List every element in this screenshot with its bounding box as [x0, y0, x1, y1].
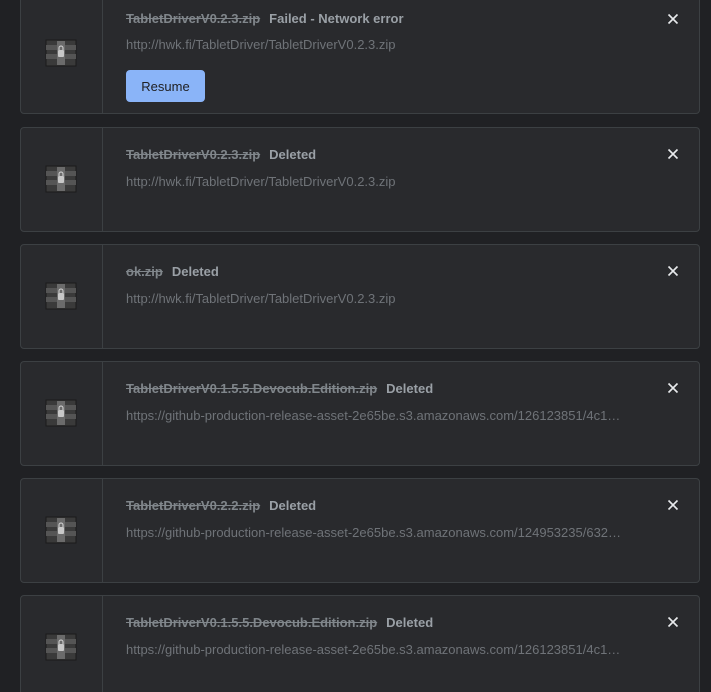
remove-button[interactable]	[663, 378, 683, 398]
download-item: TabletDriverV0.1.5.5.Devocub.Edition.zip…	[20, 361, 700, 466]
status-text: Deleted	[171, 264, 219, 279]
source-url[interactable]: http://hwk.fi/TabletDriver/TabletDriverV…	[126, 37, 636, 52]
file-icon-column	[21, 596, 103, 692]
title-row: TabletDriverV0.2.3.zip Deleted	[126, 147, 316, 162]
download-item: TabletDriverV0.2.3.zip Failed - Network e…	[20, 0, 700, 114]
status-text: Deleted	[269, 147, 317, 162]
download-item: TabletDriverV0.2.3.zip Deleted http://hwk…	[20, 127, 700, 232]
file-icon-column	[21, 245, 103, 348]
close-icon	[667, 13, 679, 25]
source-url[interactable]: https://github-production-release-asset-…	[126, 408, 636, 423]
close-icon	[667, 148, 679, 160]
resume-button[interactable]: Resume	[126, 70, 205, 102]
title-row: ok.zip Deleted	[126, 264, 219, 279]
download-item: ok.zip Deleted http://hwk.fi/TabletDriver…	[20, 244, 700, 349]
title-row: TabletDriverV0.1.5.5.Devocub.Edition.zip…	[126, 615, 433, 630]
remove-button[interactable]	[663, 612, 683, 632]
status-text: Deleted	[386, 381, 434, 396]
archive-icon	[45, 282, 77, 310]
title-row: TabletDriverV0.2.3.zip Failed - Network e…	[126, 11, 404, 26]
filename-link[interactable]: ok.zip	[126, 264, 163, 279]
title-row: TabletDriverV0.1.5.5.Devocub.Edition.zip…	[126, 381, 433, 396]
filename-link[interactable]: TabletDriverV0.2.2.zip	[126, 498, 260, 513]
close-icon	[667, 616, 679, 628]
filename-link[interactable]: TabletDriverV0.1.5.5.Devocub.Edition.zip	[126, 615, 377, 630]
remove-button[interactable]	[663, 144, 683, 164]
file-icon-column	[21, 479, 103, 582]
filename-link[interactable]: TabletDriverV0.2.3.zip	[126, 147, 260, 162]
source-url[interactable]: https://github-production-release-asset-…	[126, 525, 636, 540]
source-url[interactable]: http://hwk.fi/TabletDriver/TabletDriverV…	[126, 174, 636, 189]
close-icon	[667, 499, 679, 511]
file-icon-column	[21, 128, 103, 231]
download-item: TabletDriverV0.2.2.zip Deleted https://gi…	[20, 478, 700, 583]
close-icon	[667, 265, 679, 277]
file-icon-column	[21, 362, 103, 465]
archive-icon	[45, 633, 77, 661]
archive-icon	[45, 516, 77, 544]
status-text: Deleted	[269, 498, 317, 513]
title-row: TabletDriverV0.2.2.zip Deleted	[126, 498, 316, 513]
source-url[interactable]: http://hwk.fi/TabletDriver/TabletDriverV…	[126, 291, 636, 306]
remove-button[interactable]	[663, 9, 683, 29]
status-text: Failed - Network error	[269, 11, 404, 26]
source-url[interactable]: https://github-production-release-asset-…	[126, 642, 636, 657]
filename-link[interactable]: TabletDriverV0.1.5.5.Devocub.Edition.zip	[126, 381, 377, 396]
archive-icon	[45, 165, 77, 193]
archive-icon	[45, 399, 77, 427]
remove-button[interactable]	[663, 495, 683, 515]
download-item: TabletDriverV0.1.5.5.Devocub.Edition.zip…	[20, 595, 700, 692]
close-icon	[667, 382, 679, 394]
downloads-list: TabletDriverV0.2.3.zip Failed - Network e…	[0, 0, 711, 692]
remove-button[interactable]	[663, 261, 683, 281]
archive-icon	[45, 39, 77, 67]
file-icon-column	[21, 0, 103, 113]
filename-link[interactable]: TabletDriverV0.2.3.zip	[126, 11, 260, 26]
status-text: Deleted	[386, 615, 434, 630]
